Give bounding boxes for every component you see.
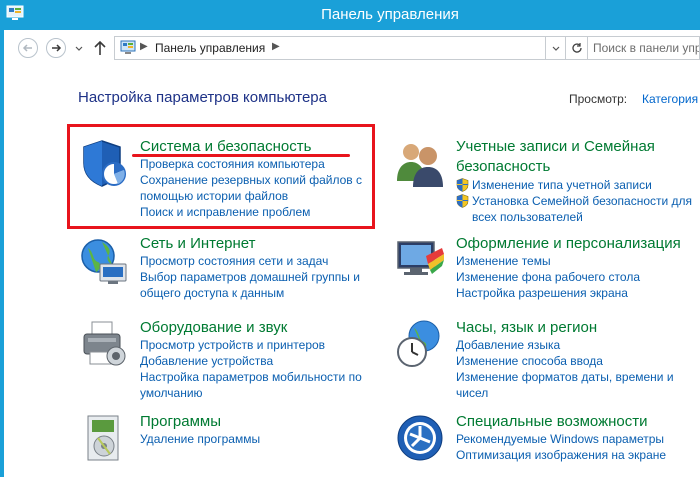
breadcrumb-control-panel[interactable]: Панель управления: [155, 41, 265, 55]
category-title[interactable]: Оборудование и звук: [140, 318, 287, 338]
link-change-date-formats-cont[interactable]: чисел: [456, 385, 674, 401]
highlight-underline: [132, 154, 350, 157]
chevron-down-icon: [75, 46, 83, 51]
window-title: Панель управления: [321, 6, 459, 23]
programs-icon[interactable]: [78, 412, 130, 464]
link-change-theme[interactable]: Изменение темы: [456, 253, 640, 269]
link-homegroup-options-cont[interactable]: общего доступа к данным: [140, 285, 360, 301]
link-homegroup-options[interactable]: Выбор параметров домашней группы и: [140, 269, 360, 285]
monitor-palette-icon[interactable]: [394, 234, 446, 286]
title-bar: Панель управления: [0, 0, 700, 30]
view-by-dropdown[interactable]: Категория: [642, 92, 698, 106]
link-change-background[interactable]: Изменение фона рабочего стола: [456, 269, 640, 285]
accessibility-icon[interactable]: [394, 412, 446, 464]
link-change-input-method[interactable]: Изменение способа ввода: [456, 353, 674, 369]
search-input[interactable]: [588, 36, 700, 60]
breadcrumb-separator-icon[interactable]: ▶: [140, 41, 148, 52]
users-icon[interactable]: [394, 137, 446, 189]
uac-shield-icon: [456, 194, 469, 208]
control-panel-icon: [120, 40, 136, 54]
category-title-line2[interactable]: безопасность: [456, 157, 655, 177]
category-title[interactable]: Оформление и персонализация: [456, 234, 681, 254]
category-title[interactable]: Сеть и Интернет: [140, 234, 256, 254]
category-title[interactable]: Учетные записи и Семейная безопасность: [456, 137, 655, 177]
page-title: Настройка параметров компьютера: [78, 89, 327, 106]
chevron-down-icon: [552, 46, 559, 51]
link-mobility-settings-cont[interactable]: умолчанию: [140, 385, 362, 401]
recent-pages-button[interactable]: [72, 38, 86, 58]
category-title-line1[interactable]: Учетные записи и Семейная: [456, 137, 655, 157]
view-by-label: Просмотр:: [569, 92, 628, 106]
uac-shield-icon: [456, 178, 469, 192]
link-family-safety-cont[interactable]: всех пользователей: [456, 209, 692, 225]
link-family-safety[interactable]: Установка Семейной безопасности для: [456, 193, 692, 209]
refresh-button[interactable]: [566, 36, 588, 60]
category-title[interactable]: Программы: [140, 412, 221, 432]
link-change-date-formats[interactable]: Изменение форматов даты, времени и: [456, 369, 674, 385]
arrow-left-icon: [22, 44, 32, 52]
arrow-right-icon: [52, 44, 62, 52]
navigation-bar: ▶ Панель управления ▶: [4, 30, 700, 66]
link-network-status[interactable]: Просмотр состояния сети и задач: [140, 253, 360, 269]
link-label[interactable]: Изменение типа учетной записи: [472, 178, 652, 192]
address-dropdown-button[interactable]: [546, 36, 566, 60]
link-optimize-display[interactable]: Оптимизация изображения на экране: [456, 447, 666, 463]
highlight-box: [67, 124, 375, 229]
category-title[interactable]: Часы, язык и регион: [456, 318, 597, 338]
link-mobility-settings[interactable]: Настройка параметров мобильности по: [140, 369, 362, 385]
category-title[interactable]: Специальные возможности: [456, 412, 648, 432]
link-change-account-type[interactable]: Изменение типа учетной записи: [456, 177, 692, 193]
network-globe-icon[interactable]: [78, 234, 130, 286]
clock-globe-icon[interactable]: [394, 318, 446, 370]
link-add-language[interactable]: Добавление языка: [456, 337, 674, 353]
address-bar[interactable]: ▶ Панель управления ▶: [114, 36, 546, 60]
link-screen-resolution[interactable]: Настройка разрешения экрана: [456, 285, 640, 301]
back-button[interactable]: [18, 38, 38, 58]
control-panel-window: ▶ Панель управления ▶ Настройка параметр…: [4, 30, 700, 477]
breadcrumb-separator-icon[interactable]: ▶: [272, 41, 280, 52]
link-devices-printers[interactable]: Просмотр устройств и принтеров: [140, 337, 362, 353]
link-uninstall-program[interactable]: Удаление программы: [140, 431, 260, 447]
link-add-device[interactable]: Добавление устройства: [140, 353, 362, 369]
link-recommended-settings[interactable]: Рекомендуемые Windows параметры: [456, 431, 666, 447]
link-label[interactable]: Установка Семейной безопасности для: [472, 194, 692, 208]
refresh-icon: [571, 43, 582, 53]
up-arrow-icon[interactable]: [93, 39, 107, 57]
printer-icon[interactable]: [78, 318, 130, 370]
forward-button[interactable]: [46, 38, 66, 58]
